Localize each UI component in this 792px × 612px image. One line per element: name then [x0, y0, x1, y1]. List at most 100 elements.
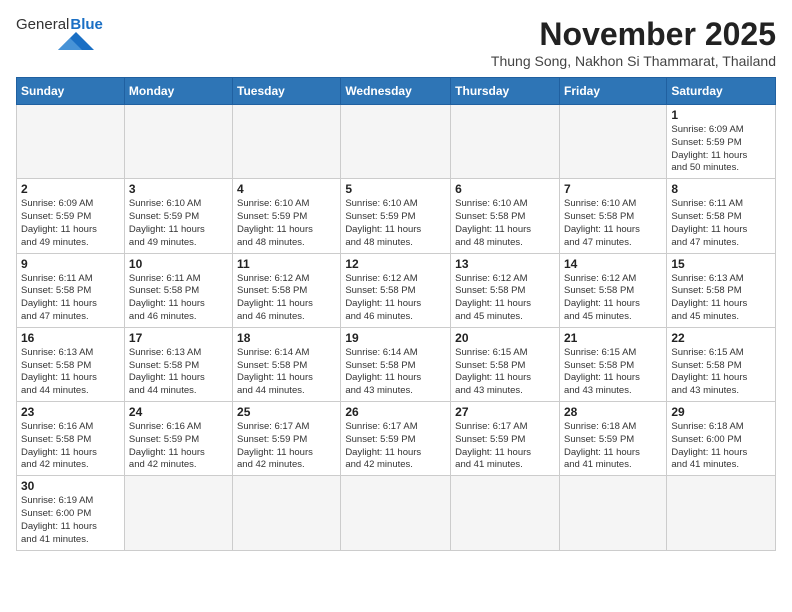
calendar-week-4: 16 Sunrise: 6:13 AM Sunset: 5:58 PM Dayli… [17, 327, 776, 401]
day-content: Sunrise: 6:17 AM Sunset: 5:59 PM Dayligh… [237, 421, 336, 472]
day-number: 30 [21, 479, 120, 493]
calendar-cell: 4Sunrise: 6:10 AM Sunset: 5:59 PM Daylig… [233, 179, 341, 253]
calendar-cell [559, 105, 666, 179]
day-content: Sunrise: 6:14 AM Sunset: 5:58 PM Dayligh… [345, 347, 446, 398]
day-content: Sunrise: 6:15 AM Sunset: 5:58 PM Dayligh… [564, 347, 662, 398]
day-content: Sunrise: 6:15 AM Sunset: 5:58 PM Dayligh… [455, 347, 555, 398]
day-content: Sunrise: 6:13 AM Sunset: 5:58 PM Dayligh… [671, 273, 771, 324]
calendar-cell: 19 Sunrise: 6:14 AM Sunset: 5:58 PM Dayli… [341, 327, 451, 401]
day-number: 18 [237, 331, 336, 345]
day-content: Sunrise: 6:17 AM Sunset: 5:59 PM Dayligh… [345, 421, 446, 472]
calendar-cell: 14 Sunrise: 6:12 AM Sunset: 5:58 PM Dayli… [559, 253, 666, 327]
day-number: 9 [21, 257, 120, 271]
day-content: Sunrise: 6:12 AM Sunset: 5:58 PM Dayligh… [455, 273, 555, 324]
day-content: Sunrise: 6:10 AM Sunset: 5:58 PM Dayligh… [455, 198, 555, 249]
logo: General Blue [16, 16, 103, 51]
logo-icon [58, 31, 94, 51]
page-header: General Blue November 2025 Thung Song, N… [16, 16, 776, 69]
day-content: Sunrise: 6:11 AM Sunset: 5:58 PM Dayligh… [671, 198, 771, 249]
day-content: Sunrise: 6:11 AM Sunset: 5:58 PM Dayligh… [21, 273, 120, 324]
day-number: 21 [564, 331, 662, 345]
calendar-cell [124, 476, 232, 550]
day-content: Sunrise: 6:16 AM Sunset: 5:58 PM Dayligh… [21, 421, 120, 472]
calendar-week-6: 30Sunrise: 6:19 AM Sunset: 6:00 PM Dayli… [17, 476, 776, 550]
calendar-cell: 22Sunrise: 6:15 AM Sunset: 5:58 PM Dayli… [667, 327, 776, 401]
day-number: 1 [671, 108, 771, 122]
day-number: 20 [455, 331, 555, 345]
calendar-cell: 7 Sunrise: 6:10 AM Sunset: 5:58 PM Daylig… [559, 179, 666, 253]
day-number: 10 [129, 257, 228, 271]
day-content: Sunrise: 6:14 AM Sunset: 5:58 PM Dayligh… [237, 347, 336, 398]
day-content: Sunrise: 6:13 AM Sunset: 5:58 PM Dayligh… [21, 347, 120, 398]
calendar-cell [451, 476, 560, 550]
day-content: Sunrise: 6:12 AM Sunset: 5:58 PM Dayligh… [564, 273, 662, 324]
calendar-week-5: 23 Sunrise: 6:16 AM Sunset: 5:58 PM Dayli… [17, 402, 776, 476]
calendar-cell [559, 476, 666, 550]
calendar-cell [17, 105, 125, 179]
day-content: Sunrise: 6:13 AM Sunset: 5:58 PM Dayligh… [129, 347, 228, 398]
calendar-cell: 21 Sunrise: 6:15 AM Sunset: 5:58 PM Dayli… [559, 327, 666, 401]
day-number: 29 [671, 405, 771, 419]
calendar-cell: 17 Sunrise: 6:13 AM Sunset: 5:58 PM Dayli… [124, 327, 232, 401]
calendar-cell [233, 476, 341, 550]
calendar-week-2: 2 Sunrise: 6:09 AM Sunset: 5:59 PM Daylig… [17, 179, 776, 253]
calendar-cell: 13 Sunrise: 6:12 AM Sunset: 5:58 PM Dayli… [451, 253, 560, 327]
calendar-cell: 16 Sunrise: 6:13 AM Sunset: 5:58 PM Dayli… [17, 327, 125, 401]
day-content: Sunrise: 6:11 AM Sunset: 5:58 PM Dayligh… [129, 273, 228, 324]
location-title: Thung Song, Nakhon Si Thammarat, Thailan… [491, 53, 776, 69]
calendar-cell [667, 476, 776, 550]
calendar-cell: 30Sunrise: 6:19 AM Sunset: 6:00 PM Dayli… [17, 476, 125, 550]
calendar-cell: 18 Sunrise: 6:14 AM Sunset: 5:58 PM Dayli… [233, 327, 341, 401]
day-content: Sunrise: 6:16 AM Sunset: 5:59 PM Dayligh… [129, 421, 228, 472]
calendar-cell [451, 105, 560, 179]
day-number: 23 [21, 405, 120, 419]
day-number: 27 [455, 405, 555, 419]
calendar-cell [341, 105, 451, 179]
day-number: 12 [345, 257, 446, 271]
day-number: 7 [564, 182, 662, 196]
day-number: 17 [129, 331, 228, 345]
calendar-cell: 10 Sunrise: 6:11 AM Sunset: 5:58 PM Dayli… [124, 253, 232, 327]
calendar-cell: 28 Sunrise: 6:18 AM Sunset: 5:59 PM Dayli… [559, 402, 666, 476]
day-number: 8 [671, 182, 771, 196]
day-number: 13 [455, 257, 555, 271]
calendar-cell: 6 Sunrise: 6:10 AM Sunset: 5:58 PM Daylig… [451, 179, 560, 253]
calendar-cell: 3Sunrise: 6:10 AM Sunset: 5:59 PM Daylig… [124, 179, 232, 253]
calendar-table: SundayMondayTuesdayWednesdayThursdayFrid… [16, 77, 776, 551]
day-number: 28 [564, 405, 662, 419]
day-number: 5 [345, 182, 446, 196]
weekday-header-tuesday: Tuesday [233, 78, 341, 105]
title-area: November 2025 Thung Song, Nakhon Si Tham… [491, 16, 776, 69]
calendar-cell: 5 Sunrise: 6:10 AM Sunset: 5:59 PM Daylig… [341, 179, 451, 253]
day-number: 6 [455, 182, 555, 196]
day-number: 15 [671, 257, 771, 271]
calendar-cell: 23 Sunrise: 6:16 AM Sunset: 5:58 PM Dayli… [17, 402, 125, 476]
day-content: Sunrise: 6:09 AM Sunset: 5:59 PM Dayligh… [671, 124, 771, 175]
day-content: Sunrise: 6:10 AM Sunset: 5:58 PM Dayligh… [564, 198, 662, 249]
day-content: Sunrise: 6:17 AM Sunset: 5:59 PM Dayligh… [455, 421, 555, 472]
day-number: 26 [345, 405, 446, 419]
weekday-header-sunday: Sunday [17, 78, 125, 105]
day-content: Sunrise: 6:15 AM Sunset: 5:58 PM Dayligh… [671, 347, 771, 398]
day-content: Sunrise: 6:10 AM Sunset: 5:59 PM Dayligh… [129, 198, 228, 249]
day-content: Sunrise: 6:18 AM Sunset: 5:59 PM Dayligh… [564, 421, 662, 472]
day-number: 19 [345, 331, 446, 345]
weekday-header-row: SundayMondayTuesdayWednesdayThursdayFrid… [17, 78, 776, 105]
day-content: Sunrise: 6:12 AM Sunset: 5:58 PM Dayligh… [345, 273, 446, 324]
day-content: Sunrise: 6:09 AM Sunset: 5:59 PM Dayligh… [21, 198, 120, 249]
day-content: Sunrise: 6:18 AM Sunset: 6:00 PM Dayligh… [671, 421, 771, 472]
day-number: 2 [21, 182, 120, 196]
day-number: 4 [237, 182, 336, 196]
day-number: 11 [237, 257, 336, 271]
calendar-cell: 2 Sunrise: 6:09 AM Sunset: 5:59 PM Daylig… [17, 179, 125, 253]
calendar-week-3: 9 Sunrise: 6:11 AM Sunset: 5:58 PM Daylig… [17, 253, 776, 327]
calendar-cell: 29 Sunrise: 6:18 AM Sunset: 6:00 PM Dayli… [667, 402, 776, 476]
weekday-header-friday: Friday [559, 78, 666, 105]
day-content: Sunrise: 6:10 AM Sunset: 5:59 PM Dayligh… [345, 198, 446, 249]
calendar-cell: 27 Sunrise: 6:17 AM Sunset: 5:59 PM Dayli… [451, 402, 560, 476]
calendar-cell: 11Sunrise: 6:12 AM Sunset: 5:58 PM Dayli… [233, 253, 341, 327]
calendar-cell: 24 Sunrise: 6:16 AM Sunset: 5:59 PM Dayli… [124, 402, 232, 476]
day-number: 16 [21, 331, 120, 345]
day-number: 14 [564, 257, 662, 271]
day-number: 24 [129, 405, 228, 419]
